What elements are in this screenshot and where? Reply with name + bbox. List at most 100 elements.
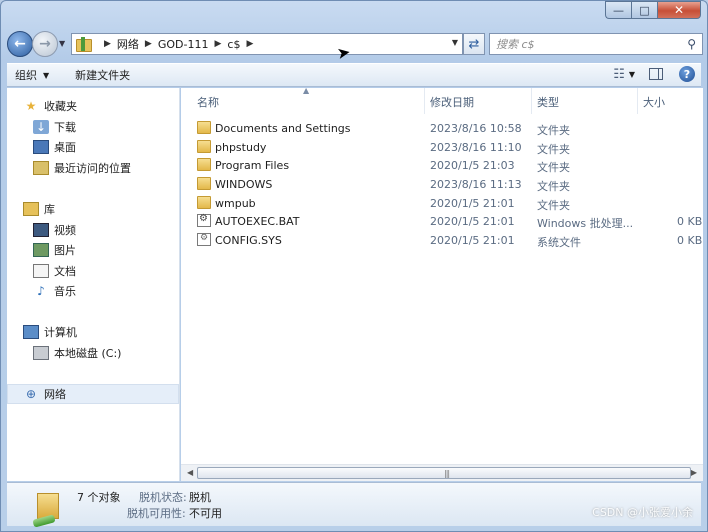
pictures-icon [33,243,49,257]
file-modified: 2020/1/5 21:01 [430,234,515,247]
breadcrumb-separator-icon[interactable]: ▶ [104,39,111,49]
column-modified[interactable]: 修改日期 [430,94,474,110]
column-type[interactable]: 类型 [537,94,559,110]
item-count: 7 个对象 [77,491,121,504]
offline-availability-value: 不可用 [189,507,222,520]
file-row[interactable]: phpstudy 2023/8/16 11:10 文件夹 [195,138,703,157]
folder-icon [197,121,211,134]
nav-downloads[interactable]: ↓ 下载 [33,117,173,137]
nav-recent-places[interactable]: 最近访问的位置 [33,158,173,178]
recent-pages-dropdown[interactable]: ▼ [59,39,65,48]
file-type: 文件夹 [537,180,570,193]
horizontal-scrollbar[interactable]: ◀ ||| ▶ [181,464,703,481]
file-row[interactable]: wmpub 2020/1/5 21:01 文件夹 [195,194,703,213]
close-button[interactable]: ✕ [657,1,701,19]
navigation-pane: ★ 收藏夹 ↓ 下载 桌面 最近访问的位置 库 视频 图片 文档 ♪ 音乐 计算… [7,88,180,481]
maximize-button[interactable]: □ [631,1,657,19]
file-row[interactable]: Program Files 2020/1/5 21:03 文件夹 [195,156,703,175]
documents-icon [33,264,49,278]
arrow-left-icon: ← [14,36,26,52]
arrow-right-icon: → [39,36,51,52]
nav-computer[interactable]: 计算机 [23,322,173,342]
file-modified: 2020/1/5 21:01 [430,197,515,210]
system-file-icon [197,233,211,246]
offline-availability-label: 脱机可用性: [127,507,186,520]
caption-buttons: — □ ✕ [605,1,701,19]
search-input[interactable] [496,37,676,51]
file-name: wmpub [215,197,256,210]
network-folder-icon [76,37,92,52]
file-modified: 2023/8/16 11:10 [430,141,522,154]
nav-desktop[interactable]: 桌面 [33,137,173,157]
file-type: 文件夹 [537,124,570,137]
scroll-right-icon[interactable]: ▶ [691,468,697,477]
new-folder-button[interactable]: 新建文件夹 [75,67,130,83]
file-size: 0 KB [677,215,703,228]
column-divider[interactable] [424,88,425,114]
breadcrumb-host[interactable]: GOD-111 [158,38,209,51]
nav-label: 收藏夹 [44,100,77,113]
organize-button[interactable]: 组织 ▼ [15,67,49,83]
file-row[interactable]: WINDOWS 2023/8/16 11:13 文件夹 [195,175,703,194]
recent-places-icon [33,161,49,175]
column-header-row: ▲ 名称 修改日期 类型 大小 [181,86,703,114]
refresh-icon: ⇄ [468,36,480,52]
file-name: Program Files [215,159,290,172]
search-box[interactable]: ⚲ [489,33,703,55]
desktop-icon [33,140,49,154]
nav-label: 网络 [44,388,66,401]
nav-libraries[interactable]: 库 [23,199,173,219]
breadcrumb-share[interactable]: c$ [227,38,240,51]
column-divider[interactable] [637,88,638,114]
nav-label: 本地磁盘 (C:) [54,347,122,360]
nav-network[interactable]: ⊕ 网络 [7,384,179,404]
back-button[interactable]: ← [7,31,33,57]
forward-button[interactable]: → [32,31,58,57]
command-bar: 组织 ▼ 新建文件夹 ☷ ▼ ? [7,63,701,87]
nav-videos[interactable]: 视频 [33,220,173,240]
breadcrumb-separator-icon[interactable]: ▶ [145,39,152,49]
nav-pictures[interactable]: 图片 [33,240,173,260]
computer-icon [23,325,39,339]
nav-local-disk[interactable]: 本地磁盘 (C:) [33,343,173,363]
file-row[interactable]: Documents and Settings 2023/8/16 10:58 文… [195,119,703,138]
file-type: Windows 批处理... [537,217,634,230]
nav-favorites[interactable]: ★ 收藏夹 [23,96,173,116]
minimize-button[interactable]: — [605,1,631,19]
help-icon[interactable]: ? [679,66,695,82]
breadcrumb-network[interactable]: 网络 [117,36,139,52]
folder-icon [197,140,211,153]
videos-icon [33,223,49,237]
file-row[interactable]: CONFIG.SYS 2020/1/5 21:01 系统文件 0 KB [195,231,703,250]
new-folder-label: 新建文件夹 [75,69,131,82]
file-type: 文件夹 [537,143,570,156]
search-icon[interactable]: ⚲ [687,37,696,51]
view-dropdown-icon[interactable]: ▼ [629,70,635,79]
column-divider[interactable] [531,88,532,114]
address-bar[interactable]: ▶ 网络 ▶ GOD-111 ▶ c$ ▶ ▼ [71,33,463,55]
nav-music[interactable]: ♪ 音乐 [33,281,173,301]
file-size: 0 KB [677,234,703,247]
file-list: ▲ 名称 修改日期 类型 大小 Documents and Settings 2… [181,86,703,481]
file-row[interactable]: AUTOEXEC.BAT 2020/1/5 21:01 Windows 批处理.… [195,212,703,231]
nav-label: 图片 [54,244,76,257]
file-name: AUTOEXEC.BAT [215,215,300,228]
scrollbar-thumb[interactable]: ||| [197,467,691,479]
nav-documents[interactable]: 文档 [33,261,173,281]
navigation-bar: ← → ▼ ▶ 网络 ▶ GOD-111 ▶ c$ ▶ ▼ ⇄ ⚲ [7,29,703,59]
file-type: 文件夹 [537,199,570,212]
file-modified: 2023/8/16 11:13 [430,178,522,191]
column-name[interactable]: 名称 [197,94,219,110]
preview-pane-icon[interactable] [649,68,663,80]
refresh-button[interactable]: ⇄ [463,33,485,55]
address-history-dropdown[interactable]: ▼ [452,38,458,47]
offline-status-value: 脱机 [189,491,211,504]
breadcrumb-separator-icon[interactable]: ▶ [246,39,253,49]
breadcrumb-separator-icon[interactable]: ▶ [214,39,221,49]
file-modified: 2020/1/5 21:03 [430,159,515,172]
nav-label: 文档 [54,265,76,278]
view-details-icon[interactable]: ☷ [613,67,625,82]
nav-label: 视频 [54,224,76,237]
scroll-left-icon[interactable]: ◀ [187,468,193,477]
column-size[interactable]: 大小 [643,94,665,110]
